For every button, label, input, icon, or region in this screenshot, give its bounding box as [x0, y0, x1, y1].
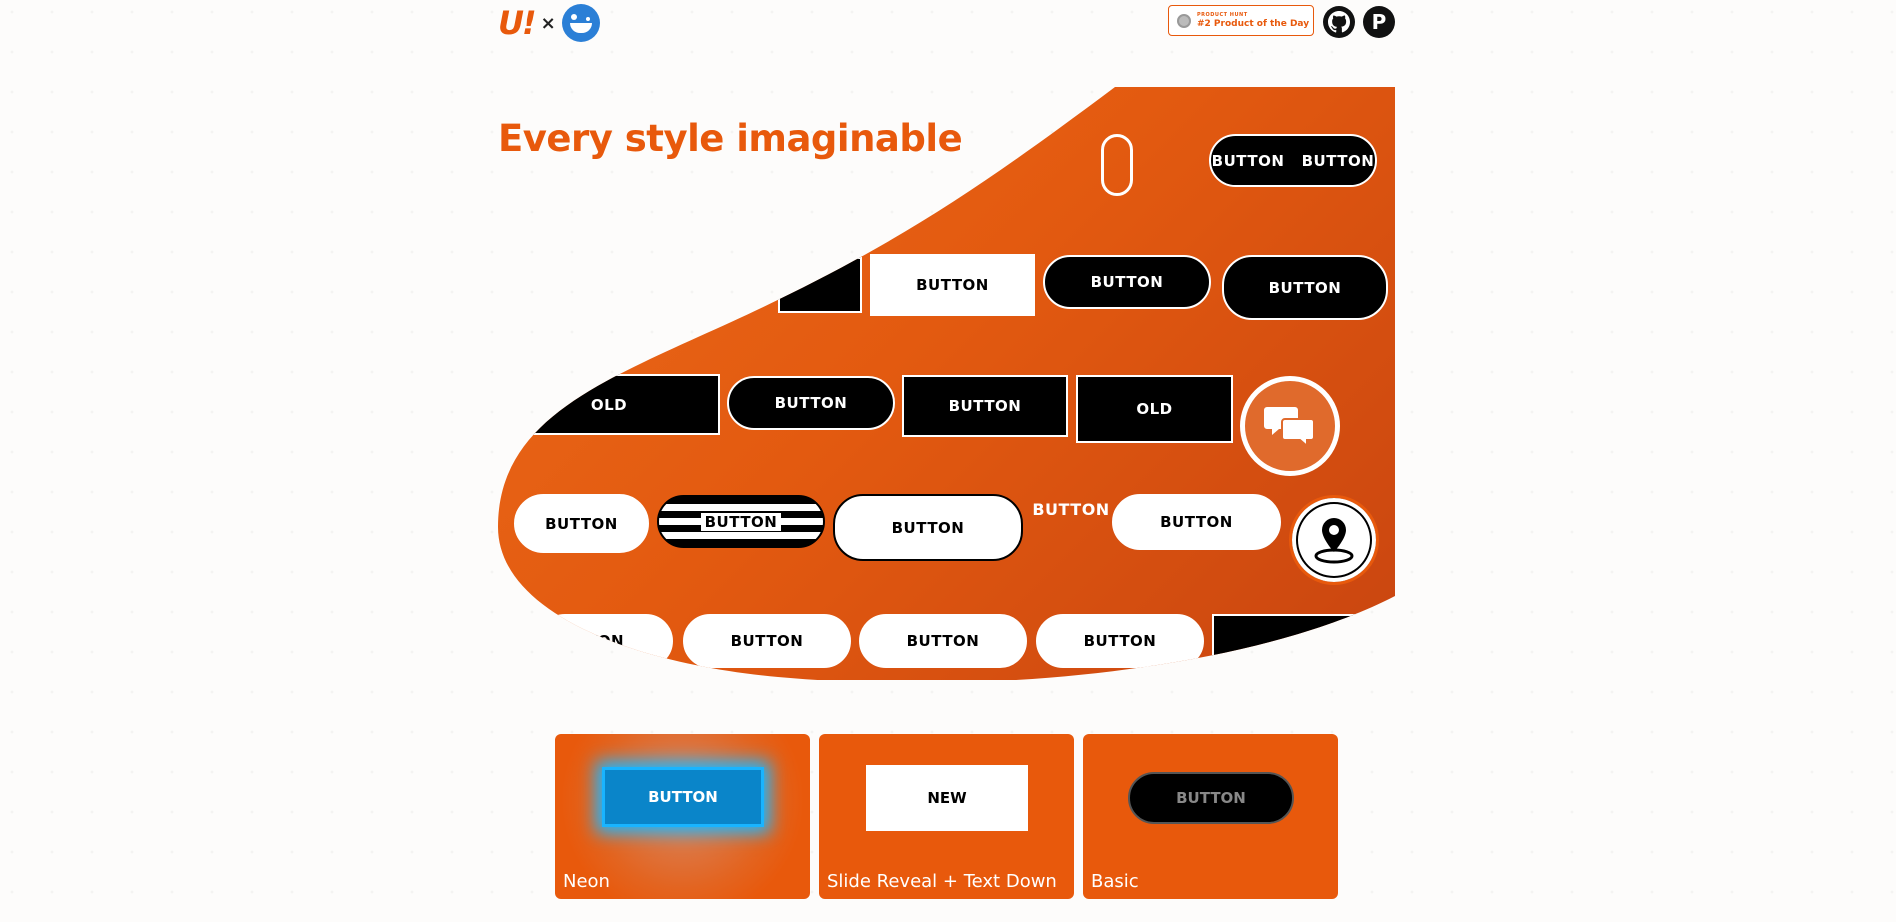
product-hunt-small: PRODUCT HUNT [1197, 11, 1248, 18]
winking-emoji-icon [561, 4, 600, 42]
chat-bubbles-icon [1263, 403, 1317, 449]
pill-black-large-button[interactable]: BUTTON [1222, 255, 1388, 320]
basic-button[interactable]: BUTTON [1128, 772, 1294, 824]
map-pin-icon [1312, 516, 1356, 564]
brand[interactable]: U! × [498, 4, 600, 42]
old-button[interactable]: OLD [1076, 375, 1233, 443]
pill-black-button[interactable]: BUTTON [1043, 255, 1211, 309]
white-pill-row5-a[interactable]: BUTTON [683, 614, 851, 668]
striped-button[interactable]: BUTTON [657, 495, 825, 548]
neon-button[interactable]: BUTTON [602, 767, 764, 827]
toggle-capsule[interactable] [1101, 134, 1133, 196]
producthunt-p-icon[interactable]: P [1363, 6, 1395, 38]
page-title: Every style imaginable [498, 117, 963, 160]
chat-button[interactable] [1240, 376, 1340, 476]
white-pill-row5-b[interactable]: BUTTON [859, 614, 1027, 668]
pill-button-row3[interactable]: BUTTON [727, 376, 895, 430]
text-only-button[interactable]: BUTTON [1030, 494, 1112, 524]
github-icon[interactable] [1323, 6, 1355, 38]
white-pill-button-2[interactable]: BUTTON [1112, 494, 1281, 550]
white-pill-button[interactable]: BUTTON [514, 494, 649, 553]
card-slide-reveal[interactable]: NEW Slide Reveal + Text Down [819, 734, 1074, 899]
card-label-neon: Neon [563, 871, 610, 892]
uiverse-logo: U! [498, 4, 537, 42]
card-label-slide-reveal: Slide Reveal + Text Down [827, 871, 1057, 892]
outlined-white-button[interactable]: BUTTON [833, 494, 1023, 561]
double-button[interactable]: BUTTON BUTTON [1209, 134, 1377, 187]
card-basic[interactable]: BUTTON Basic [1083, 734, 1338, 899]
new-button[interactable]: NEW [866, 765, 1028, 831]
card-neon[interactable]: BUTTON Neon [555, 734, 810, 899]
medal-icon [1177, 13, 1191, 28]
card-label-basic: Basic [1091, 871, 1139, 892]
square-white-button[interactable]: BUTTON [870, 254, 1035, 316]
square-black-button[interactable]: BUTTON [902, 375, 1068, 437]
product-hunt-label: #2 Product of the Day [1197, 18, 1310, 29]
white-pill-row5-c[interactable]: BUTTON [1036, 614, 1204, 668]
product-hunt-badge[interactable]: PRODUCT HUNT #2 Product of the Day [1168, 5, 1314, 36]
times-sign: × [540, 12, 556, 34]
location-button[interactable] [1289, 495, 1379, 585]
